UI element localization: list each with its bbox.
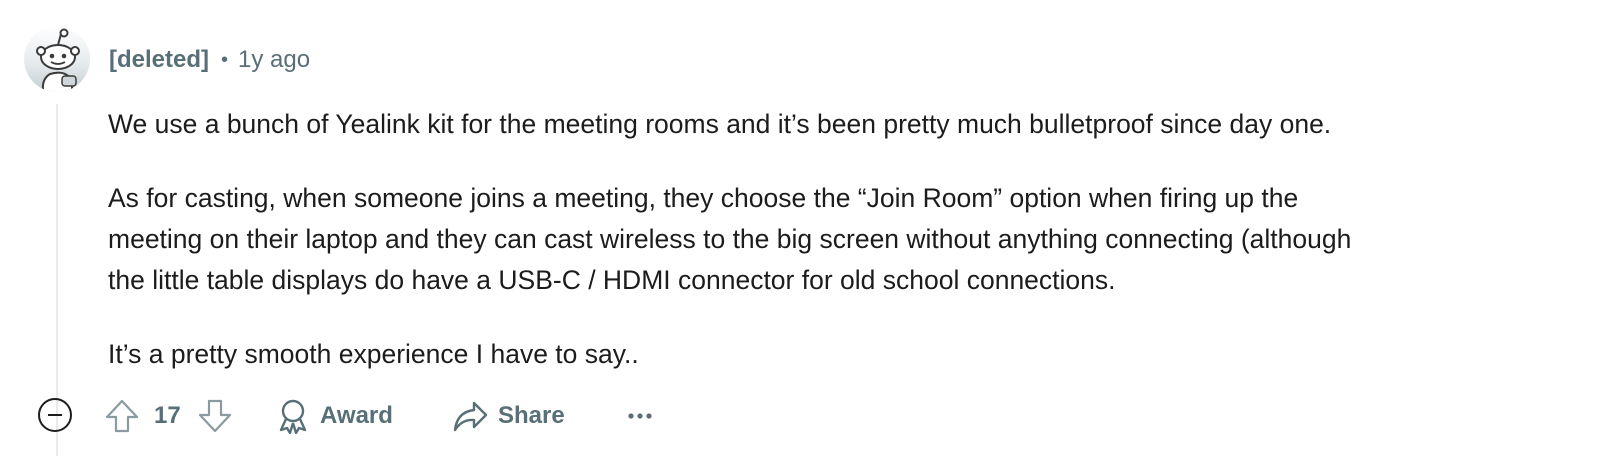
- comment-line: the little table displays do have a USB-…: [108, 265, 1116, 295]
- comment-action-bar: 17 Award Share: [0, 392, 1600, 442]
- comment-timestamp[interactable]: 1y ago: [238, 46, 310, 74]
- award-ribbon-icon: [279, 399, 307, 434]
- snoo-avatar-icon[interactable]: [24, 26, 90, 92]
- award-button[interactable]: Award: [276, 398, 393, 434]
- award-label: Award: [320, 402, 393, 429]
- collapse-thread-button[interactable]: [38, 398, 72, 432]
- comment-line: We use a bunch of Yealink kit for the me…: [108, 109, 1332, 139]
- collapse-minus-icon: [48, 413, 62, 417]
- ellipsis-icon: [628, 413, 652, 419]
- downvote-arrow-icon: [198, 399, 232, 433]
- comment-line: It’s a pretty smooth experience I have t…: [108, 339, 639, 369]
- comment-line: meeting on their laptop and they can cas…: [108, 224, 1352, 254]
- share-button[interactable]: Share: [452, 398, 565, 434]
- vote-count: 17: [154, 402, 181, 429]
- comment-paragraph-3: It’s a pretty smooth experience I have t…: [108, 334, 1578, 375]
- upvote-arrow-icon: [105, 399, 139, 433]
- downvote-button[interactable]: [197, 398, 233, 434]
- upvote-button[interactable]: [104, 398, 140, 434]
- meta-separator: •: [221, 48, 229, 71]
- author-name[interactable]: [deleted]: [109, 46, 209, 74]
- comment-meta: [deleted] • 1y ago: [109, 44, 310, 76]
- comment-paragraph-1: We use a bunch of Yealink kit for the me…: [108, 104, 1578, 145]
- comment-line: As for casting, when someone joins a mee…: [108, 183, 1299, 213]
- share-arrow-icon: [453, 401, 488, 432]
- share-label: Share: [498, 402, 565, 429]
- comment-body: We use a bunch of Yealink kit for the me…: [108, 104, 1578, 408]
- comment-paragraph-2: As for casting, when someone joins a mee…: [108, 178, 1578, 301]
- more-options-button[interactable]: [626, 404, 654, 428]
